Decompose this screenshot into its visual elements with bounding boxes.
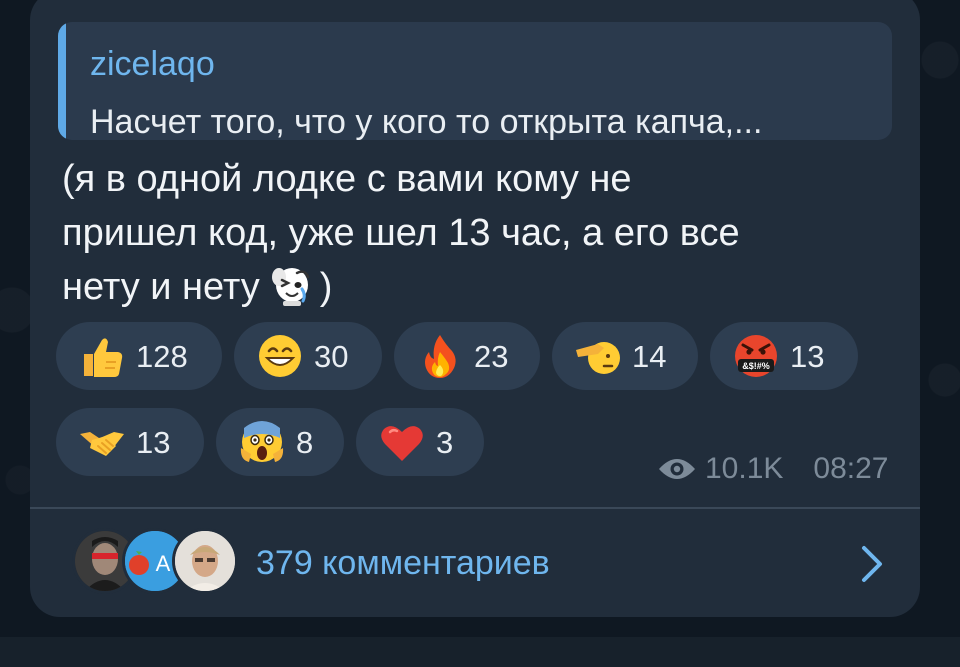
eye-icon bbox=[659, 459, 695, 479]
red-heart-icon bbox=[381, 426, 423, 461]
fire-icon bbox=[425, 335, 456, 378]
message-line: пришел код, уже шел 13 час, а его все bbox=[62, 212, 740, 254]
reaction-grinning-face[interactable]: 30 bbox=[234, 322, 382, 390]
reaction-count: 13 bbox=[136, 424, 171, 460]
comments-divider bbox=[30, 507, 920, 509]
reply-preview[interactable]: zicelaqo Насчет того, что у кого то откр… bbox=[58, 22, 892, 140]
cursing-face-icon: &$!#% bbox=[735, 335, 777, 377]
screaming-face-icon bbox=[240, 421, 284, 462]
reaction-count: 14 bbox=[632, 338, 667, 374]
message-line: нету и нету ) bbox=[62, 260, 882, 314]
avatar bbox=[172, 528, 238, 594]
reaction-cursing-face[interactable]: &$!#% 13 bbox=[710, 322, 858, 390]
reaction-count: 30 bbox=[314, 338, 349, 374]
reply-accent-bar bbox=[58, 22, 66, 140]
thumbs-up-icon bbox=[84, 338, 123, 377]
message-meta: 10.1K 08:27 bbox=[657, 452, 888, 486]
reaction-thumbs-up[interactable]: 128 bbox=[56, 322, 222, 390]
reaction-fire[interactable]: 23 bbox=[394, 322, 540, 390]
crying-dog-sticker-icon bbox=[271, 268, 309, 306]
reaction-count: 128 bbox=[136, 338, 188, 374]
grinning-face-icon bbox=[259, 335, 301, 377]
commenter-avatars: A bbox=[72, 528, 238, 594]
reaction-red-heart[interactable]: 3 bbox=[356, 408, 484, 476]
reaction-saluting-face[interactable]: 14 bbox=[552, 322, 698, 390]
chevron-right-icon[interactable] bbox=[858, 544, 886, 584]
message-text: (я в одной лодке с вами кому не пришел к… bbox=[62, 152, 882, 314]
message-closing: ) bbox=[319, 266, 333, 308]
saluting-face-icon bbox=[576, 342, 620, 374]
message-line-text: нету и нету bbox=[62, 266, 260, 308]
reaction-count: 3 bbox=[436, 424, 454, 460]
message-line: (я в одной лодке с вами кому не bbox=[62, 158, 632, 200]
reaction-handshake[interactable]: 13 bbox=[56, 408, 204, 476]
reply-author: zicelaqo bbox=[90, 45, 215, 83]
reaction-count: 13 bbox=[790, 338, 825, 374]
handshake-icon bbox=[80, 432, 124, 456]
message-time: 08:27 bbox=[813, 452, 889, 485]
chat-bottom-area bbox=[0, 637, 960, 667]
view-count: 10.1K bbox=[705, 452, 784, 485]
avatar-photo-icon bbox=[175, 531, 235, 591]
reply-text: Насчет того, что у кого то открыта капча… bbox=[90, 103, 763, 140]
reaction-count: 23 bbox=[474, 338, 509, 374]
avatar-letter: A bbox=[156, 551, 171, 576]
comments-link[interactable]: 379 комментариев bbox=[256, 546, 550, 580]
cursing-symbols: &$!#% bbox=[742, 361, 770, 371]
reaction-screaming-face[interactable]: 8 bbox=[216, 408, 344, 476]
reaction-count: 8 bbox=[296, 424, 314, 460]
